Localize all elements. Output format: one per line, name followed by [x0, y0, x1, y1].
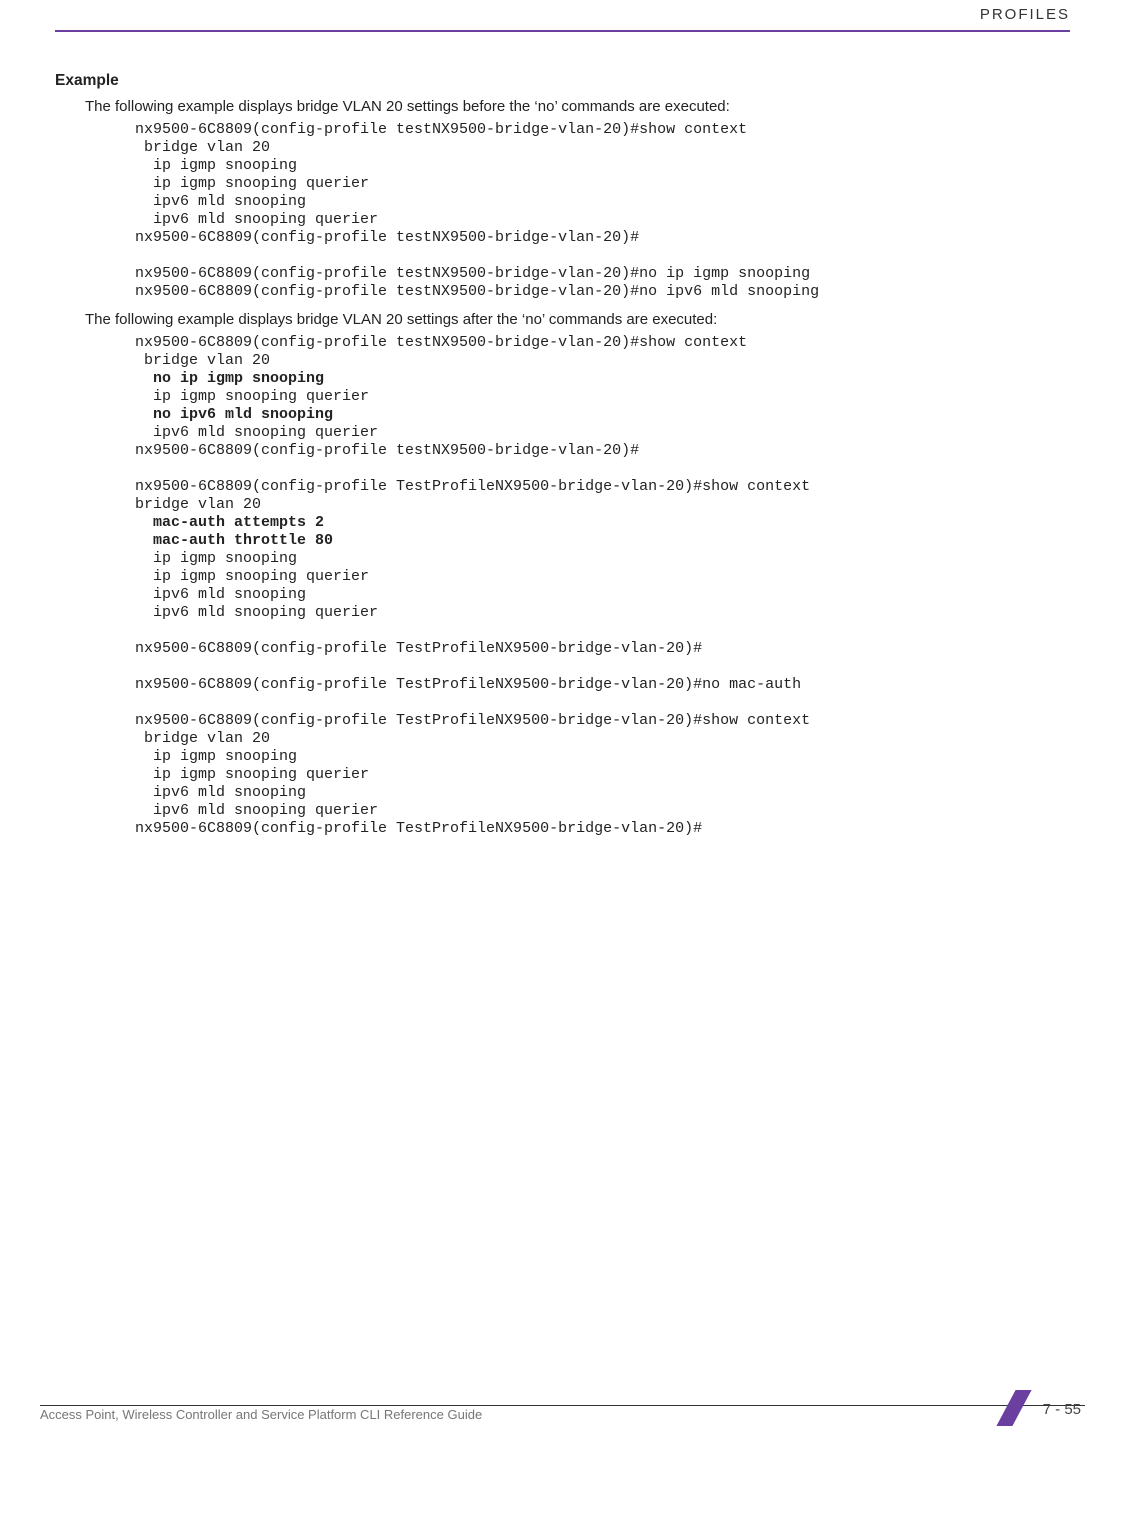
code-block-1: nx9500-6C8809(config-profile testNX9500-… — [55, 121, 1070, 301]
code-block-2a: nx9500-6C8809(config-profile testNX9500-… — [55, 334, 1070, 370]
footer-page-mark: 7 - 55 — [990, 1392, 1081, 1426]
header-section-label: PROFILES — [980, 6, 1070, 23]
intro-after-text: The following example displays bridge VL… — [55, 309, 1070, 330]
code-block-2d: ipv6 mld snooping querier nx9500-6C8809(… — [55, 424, 1070, 460]
header-rule — [55, 30, 1070, 32]
footer-page-number: 7 - 55 — [1043, 1401, 1081, 1418]
code-block-2c: ip igmp snooping querier — [55, 388, 1070, 406]
code-block-3c: ip igmp snooping ip igmp snooping querie… — [55, 550, 1070, 838]
code-block-2-bold-1: no ip igmp snooping — [55, 370, 1070, 388]
code-block-3a: nx9500-6C8809(config-profile TestProfile… — [55, 478, 1070, 514]
footer-left-text: Access Point, Wireless Controller and Se… — [40, 1407, 482, 1422]
code-block-3-bold-2: mac-auth throttle 80 — [55, 532, 1070, 550]
footer-rule — [40, 1405, 1085, 1406]
footer-slash-icon — [990, 1392, 1032, 1426]
example-heading: Example — [55, 72, 1070, 90]
code-block-2-bold-2: no ipv6 mld snooping — [55, 406, 1070, 424]
code-block-3-bold-1: mac-auth attempts 2 — [55, 514, 1070, 532]
intro-before-text: The following example displays bridge VL… — [55, 96, 1070, 117]
